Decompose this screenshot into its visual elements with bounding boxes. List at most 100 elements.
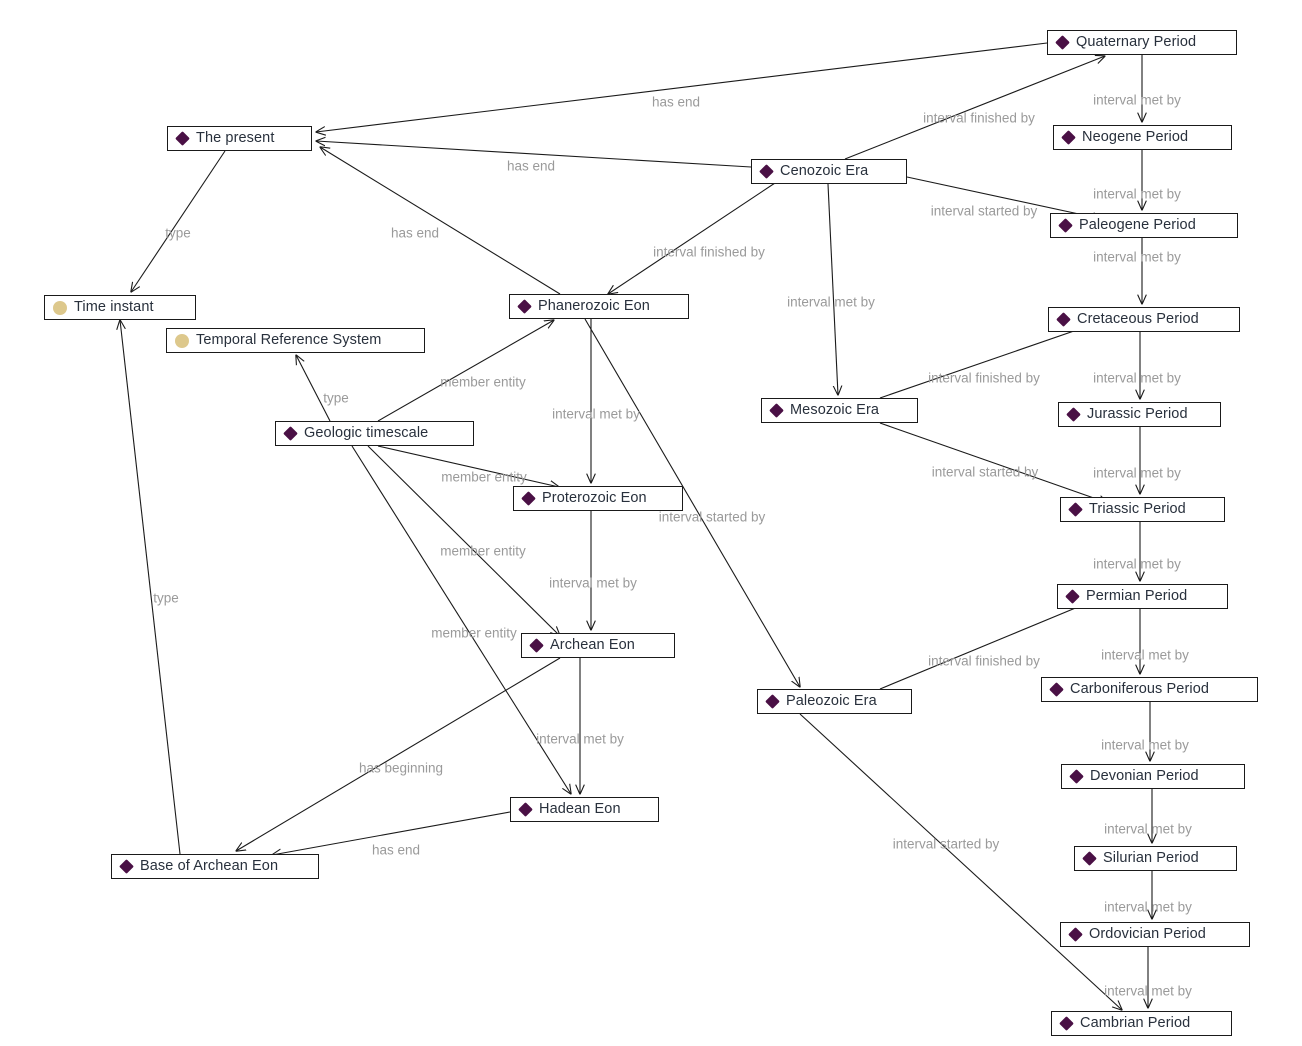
node-permian[interactable]: Permian Period: [1057, 584, 1228, 609]
node-paleogene[interactable]: Paleogene Period: [1050, 213, 1238, 238]
node-label: Ordovician Period: [1089, 926, 1206, 943]
edge-label: interval finished by: [923, 110, 1035, 126]
node-proterozoic[interactable]: Proterozoic Eon: [513, 486, 683, 511]
node-label: Base of Archean Eon: [140, 858, 279, 875]
edge-label: interval met by: [1104, 821, 1192, 837]
edge-label: interval met by: [1093, 370, 1181, 386]
edge-label: member entity: [440, 374, 526, 390]
diamond-icon: [119, 859, 134, 874]
node-ordovician[interactable]: Ordovician Period: [1060, 922, 1250, 947]
node-label: Quaternary Period: [1076, 34, 1197, 51]
node-cenozoic[interactable]: Cenozoic Era: [751, 159, 907, 184]
node-label: Triassic Period: [1089, 501, 1186, 518]
edge-label: member entity: [441, 469, 527, 485]
edge-label: interval met by: [549, 575, 637, 591]
node-jurassic[interactable]: Jurassic Period: [1058, 402, 1221, 427]
node-quaternary[interactable]: Quaternary Period: [1047, 30, 1237, 55]
edge-label: member entity: [440, 543, 526, 559]
node-label: Cambrian Period: [1080, 1015, 1191, 1032]
node-devonian[interactable]: Devonian Period: [1061, 764, 1245, 789]
node-label: Temporal Reference System: [196, 332, 382, 349]
diamond-icon: [1068, 502, 1083, 517]
edge-archean-to-base-archean: [236, 657, 561, 851]
edge-geologic-ts-to-trs: [296, 355, 331, 422]
edge-label: member entity: [431, 625, 517, 641]
node-label: Hadean Eon: [539, 801, 621, 818]
edge-layer: [0, 42, 1302, 1046]
edge-label: interval met by: [536, 731, 624, 747]
node-time-instant[interactable]: Time instant: [44, 295, 196, 320]
diamond-icon: [1066, 407, 1081, 422]
diamond-icon: [1069, 769, 1084, 784]
node-label: Archean Eon: [550, 637, 635, 654]
node-paleozoic[interactable]: Paleozoic Era: [757, 689, 912, 714]
diamond-icon: [517, 299, 532, 314]
edge-label: has end: [371, 842, 421, 858]
node-label: Carboniferous Period: [1070, 681, 1210, 698]
node-label: The present: [196, 130, 275, 147]
diamond-icon: [1049, 682, 1064, 697]
edge-label: interval met by: [787, 294, 875, 310]
node-archean[interactable]: Archean Eon: [521, 633, 675, 658]
diamond-icon: [283, 426, 298, 441]
node-label: Mesozoic Era: [790, 402, 880, 419]
diamond-icon: [529, 638, 544, 653]
diamond-icon: [175, 131, 190, 146]
edge-label: interval finished by: [928, 370, 1040, 386]
node-silurian[interactable]: Silurian Period: [1074, 846, 1237, 871]
edge-base-archean-to-time-instant: [120, 320, 181, 855]
edge-cenozoic-to-mesozoic: [827, 183, 838, 395]
diamond-icon: [1065, 589, 1080, 604]
node-label: Paleogene Period: [1079, 217, 1196, 234]
circle-icon: [53, 300, 67, 315]
edge-label: has end: [651, 94, 701, 110]
diamond-icon: [521, 491, 536, 506]
edge-label: interval finished by: [653, 244, 765, 260]
diamond-icon: [1061, 130, 1076, 145]
edge-paleozoic-to-permian: [879, 597, 1102, 690]
node-label: Silurian Period: [1103, 850, 1199, 867]
edge-label: interval finished by: [928, 653, 1040, 669]
node-neogene[interactable]: Neogene Period: [1053, 125, 1232, 150]
node-base-archean[interactable]: Base of Archean Eon: [111, 854, 319, 879]
node-mesozoic[interactable]: Mesozoic Era: [761, 398, 918, 423]
edge-label: interval started by: [931, 464, 1039, 480]
node-geologic-ts[interactable]: Geologic timescale: [275, 421, 474, 446]
diamond-icon: [1068, 927, 1083, 942]
node-label: Cenozoic Era: [780, 163, 869, 180]
node-label: Time instant: [74, 299, 154, 316]
diamond-icon: [769, 403, 784, 418]
node-label: Jurassic Period: [1087, 406, 1188, 423]
edge-label: has end: [506, 158, 556, 174]
node-trs[interactable]: Temporal Reference System: [166, 328, 425, 353]
node-hadean[interactable]: Hadean Eon: [510, 797, 659, 822]
diamond-icon: [765, 694, 780, 709]
node-phanerozoic[interactable]: Phanerozoic Eon: [509, 294, 689, 319]
diamond-icon: [1058, 218, 1073, 233]
edge-label: interval started by: [658, 509, 766, 525]
node-triassic[interactable]: Triassic Period: [1060, 497, 1225, 522]
edge-label: type: [323, 390, 349, 406]
diamond-icon: [759, 164, 774, 179]
node-cambrian[interactable]: Cambrian Period: [1051, 1011, 1232, 1036]
edge-label: interval started by: [930, 203, 1038, 219]
edge-label: interval met by: [1101, 647, 1189, 663]
edge-label: interval met by: [1093, 92, 1181, 108]
edge-label: interval met by: [1093, 249, 1181, 265]
edge-label: interval started by: [892, 836, 1000, 852]
diamond-icon: [1059, 1016, 1074, 1031]
diamond-icon: [1082, 851, 1097, 866]
node-label: Paleozoic Era: [786, 693, 877, 710]
edge-label: type: [153, 590, 179, 606]
node-carboniferous[interactable]: Carboniferous Period: [1041, 677, 1258, 702]
node-label: Permian Period: [1086, 588, 1188, 605]
diagram-canvas: has end interval met by interval finished …: [0, 0, 1302, 1046]
node-cretaceous[interactable]: Cretaceous Period: [1048, 307, 1240, 332]
edge-mesozoic-to-triassic: [879, 422, 1108, 503]
node-label: Cretaceous Period: [1077, 311, 1199, 328]
node-the-present[interactable]: The present: [167, 126, 312, 151]
edge-label: interval met by: [1104, 983, 1192, 999]
edge-label: interval met by: [552, 406, 640, 422]
edge-mesozoic-to-cretaceous: [879, 322, 1100, 399]
diamond-icon: [1056, 312, 1071, 327]
